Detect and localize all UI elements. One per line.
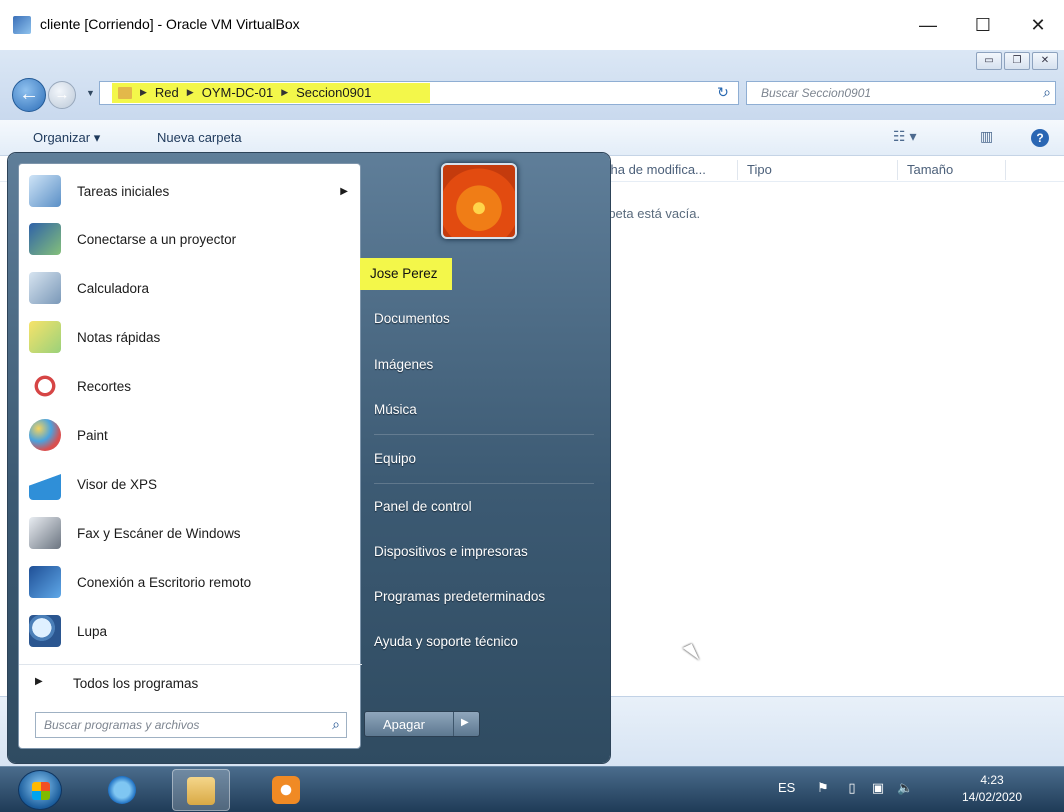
new-folder-button[interactable]: Nueva carpeta — [157, 130, 242, 145]
fax-scanner-icon — [29, 517, 61, 549]
music-link[interactable]: Música — [364, 394, 604, 426]
remote-desktop-icon — [29, 566, 61, 598]
start-button[interactable] — [18, 770, 62, 810]
inner-close-button[interactable]: ✕ — [1032, 52, 1058, 70]
program-item[interactable]: Notas rápidas — [19, 314, 362, 360]
refresh-icon[interactable]: ↻ — [708, 81, 738, 105]
media-player-button[interactable] — [258, 769, 316, 811]
program-item[interactable]: Lupa — [19, 608, 362, 654]
window-title: cliente [Corriendo] - Oracle VM VirtualB… — [40, 16, 300, 32]
user-picture[interactable] — [441, 163, 517, 239]
snipping-tool-icon — [29, 370, 61, 402]
sticky-notes-icon — [29, 321, 61, 353]
program-item[interactable]: Conexión a Escritorio remoto — [19, 559, 362, 605]
taskbar: ES ⚑ ▯ ▣ 🔈 4:23 14/02/2020 — [0, 766, 1064, 812]
user-folder-link[interactable]: Jose Perez — [360, 258, 452, 290]
projector-icon — [29, 223, 61, 255]
getting-started-icon — [29, 175, 61, 207]
inner-restore-button[interactable]: ❐ — [1004, 52, 1030, 70]
start-search-input[interactable]: Buscar programas y archivos ⌕ — [35, 712, 347, 738]
shutdown-options-arrow-icon[interactable]: ▶ — [461, 717, 469, 728]
control-panel-link[interactable]: Panel de control — [364, 491, 604, 523]
folder-icon — [187, 777, 215, 805]
minimize-button[interactable]: — — [905, 10, 951, 40]
calculator-icon — [29, 272, 61, 304]
address-bar[interactable]: ▶ Red ▶ OYM-DC-01 ▶ Seccion0901 ▼ — [99, 81, 792, 105]
recent-pages-dropdown[interactable]: ▼ — [86, 88, 95, 98]
preview-pane-icon[interactable]: ▥ — [980, 128, 993, 145]
action-center-flag-icon[interactable]: ⚑ — [816, 781, 830, 795]
windows-logo-icon — [32, 782, 50, 800]
shutdown-button[interactable]: Apagar ▶ — [364, 711, 480, 737]
breadcrumb-red[interactable]: Red — [155, 85, 179, 100]
back-button[interactable]: ← — [12, 78, 46, 112]
devices-printers-link[interactable]: Dispositivos e impresoras — [364, 536, 604, 568]
computer-link[interactable]: Equipo — [364, 443, 604, 475]
search-icon[interactable]: ⌕ — [1043, 84, 1051, 101]
all-programs-button[interactable]: ▶ Todos los programas — [19, 664, 362, 704]
media-player-icon — [272, 776, 300, 804]
submenu-arrow-icon: ▶ — [340, 185, 348, 197]
search-icon[interactable]: ⌕ — [332, 716, 340, 733]
program-item[interactable]: Fax y Escáner de Windows — [19, 510, 362, 556]
explorer-search-input[interactable]: Buscar Seccion0901 ⌕ — [746, 81, 1056, 105]
empty-folder-message: rpeta está vacía. — [604, 206, 701, 221]
clock-date: 14/02/2020 — [961, 790, 1023, 804]
internet-explorer-icon — [108, 776, 136, 804]
program-item[interactable]: Paint — [19, 412, 362, 458]
help-support-link[interactable]: Ayuda y soporte técnico — [364, 626, 604, 658]
inner-window-controls: ▭ ❐ ✕ — [976, 52, 1058, 70]
close-button[interactable]: ✕ — [1015, 10, 1061, 40]
forward-button[interactable]: → — [48, 81, 76, 109]
default-programs-link[interactable]: Programas predeterminados — [364, 581, 604, 613]
program-item[interactable]: Visor de XPS — [19, 461, 362, 507]
program-item[interactable]: Recortes — [19, 363, 362, 409]
program-item[interactable]: Calculadora — [19, 265, 362, 311]
expand-arrow-icon: ▶ — [35, 676, 43, 687]
clock[interactable]: 4:23 14/02/2020 — [957, 772, 1027, 806]
network-icon[interactable]: ▣ — [871, 781, 885, 795]
documents-link[interactable]: Documentos — [364, 303, 604, 335]
breadcrumb: ▶ Red ▶ OYM-DC-01 ▶ Seccion0901 — [118, 85, 371, 100]
explorer-taskbar-button[interactable] — [172, 769, 230, 811]
volume-icon[interactable]: 🔈 — [897, 781, 913, 795]
magnifier-icon — [29, 615, 61, 647]
start-menu: Tareas iniciales ▶ Conectarse a un proye… — [8, 153, 610, 763]
virtualbox-icon — [13, 16, 31, 34]
column-type[interactable]: Tipo — [747, 162, 772, 177]
explorer-frame: ▭ ❐ ✕ ← → ▼ ▶ Red ▶ OYM-DC-01 ▶ Seccion0… — [0, 50, 1064, 120]
help-icon[interactable]: ? — [1031, 129, 1049, 147]
virtualbox-title-bar: cliente [Corriendo] - Oracle VM VirtualB… — [0, 0, 1064, 50]
inner-minimize-button[interactable]: ▭ — [976, 52, 1002, 70]
column-date[interactable]: cha de modifica... — [604, 162, 706, 177]
clock-time: 4:23 — [980, 773, 1004, 787]
breadcrumb-server[interactable]: OYM-DC-01 — [202, 85, 274, 100]
command-bar: Organizar ▾ Nueva carpeta ☷ ▾ ▥ ? — [0, 120, 1064, 156]
breadcrumb-folder[interactable]: Seccion0901 — [296, 85, 371, 100]
pictures-link[interactable]: Imágenes — [364, 349, 604, 381]
view-options-icon[interactable]: ☷ ▾ — [893, 128, 916, 145]
organize-menu[interactable]: Organizar ▾ — [33, 130, 100, 146]
network-folder-icon — [118, 86, 132, 99]
language-indicator[interactable]: ES — [778, 780, 795, 795]
paint-icon — [29, 419, 61, 451]
programs-pane: Tareas iniciales ▶ Conectarse a un proye… — [18, 163, 362, 749]
program-item[interactable]: Tareas iniciales ▶ — [19, 168, 362, 214]
maximize-button[interactable]: ☐ — [960, 10, 1006, 40]
xps-viewer-icon — [29, 468, 61, 500]
internet-explorer-button[interactable] — [94, 769, 152, 811]
program-item[interactable]: Conectarse a un proyector — [19, 216, 362, 262]
battery-icon[interactable]: ▯ — [845, 781, 859, 795]
column-size[interactable]: Tamaño — [907, 162, 953, 177]
